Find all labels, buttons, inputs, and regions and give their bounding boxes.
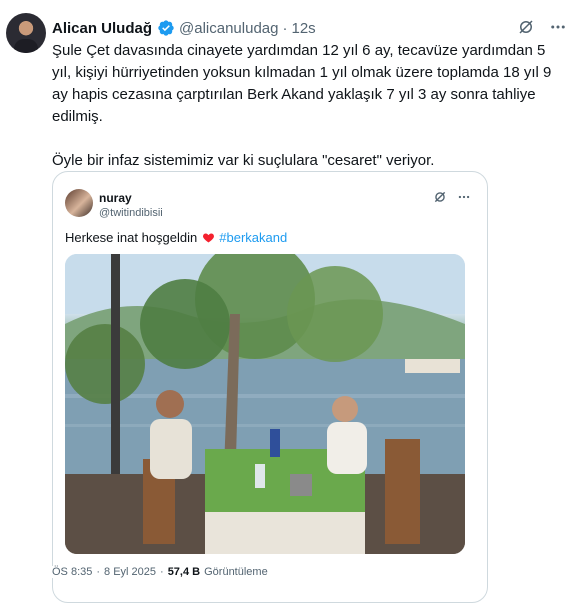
quote-author-avatar[interactable]	[65, 189, 93, 217]
hashtag-link[interactable]: #berkakand	[219, 230, 287, 245]
view-count-label: Görüntüleme	[204, 566, 268, 578]
grok-icon[interactable]	[433, 190, 447, 204]
tweet-timestamp[interactable]: 12s	[291, 20, 315, 37]
quote-author-name[interactable]: nuray	[99, 191, 132, 205]
footer-date[interactable]: 8 Eyl 2025	[104, 566, 156, 578]
quote-author-handle[interactable]: @twitindibisii	[99, 207, 163, 219]
footer-separator-2: ·	[160, 566, 164, 578]
grok-icon[interactable]	[516, 17, 536, 37]
separator-dot: ·	[282, 19, 288, 37]
author-avatar[interactable]	[6, 13, 46, 53]
footer-separator: ·	[96, 566, 101, 578]
red-heart-icon	[203, 233, 215, 243]
author-handle[interactable]: @alicanuludag	[179, 20, 278, 37]
quoted-tweet[interactable]: nuray @twitindibisii Herkese inat hoşgel…	[52, 171, 488, 603]
quote-text-main: Herkese inat hoşgeldin	[65, 230, 198, 245]
photo-illustration	[65, 254, 465, 554]
tweet-header: Alican Uludağ @alicanuludag · 12s	[52, 17, 572, 39]
tweet-footer: ÖS 8:35 · 8 Eyl 2025 · 57,4 B Görüntülem…	[52, 566, 274, 578]
view-count: 57,4 B	[167, 566, 201, 578]
quote-text: Herkese inat hoşgeldin #berkakand	[65, 230, 287, 245]
more-options-icon[interactable]	[548, 17, 568, 37]
quote-photo[interactable]	[65, 254, 465, 554]
verified-badge-icon	[158, 20, 174, 36]
footer-time[interactable]: ÖS 8:35	[52, 566, 92, 578]
tweet-text: Şule Çet davasında cinayete yardımdan 12…	[52, 42, 552, 169]
more-options-icon[interactable]	[457, 190, 471, 204]
author-name[interactable]: Alican Uludağ	[52, 20, 152, 37]
